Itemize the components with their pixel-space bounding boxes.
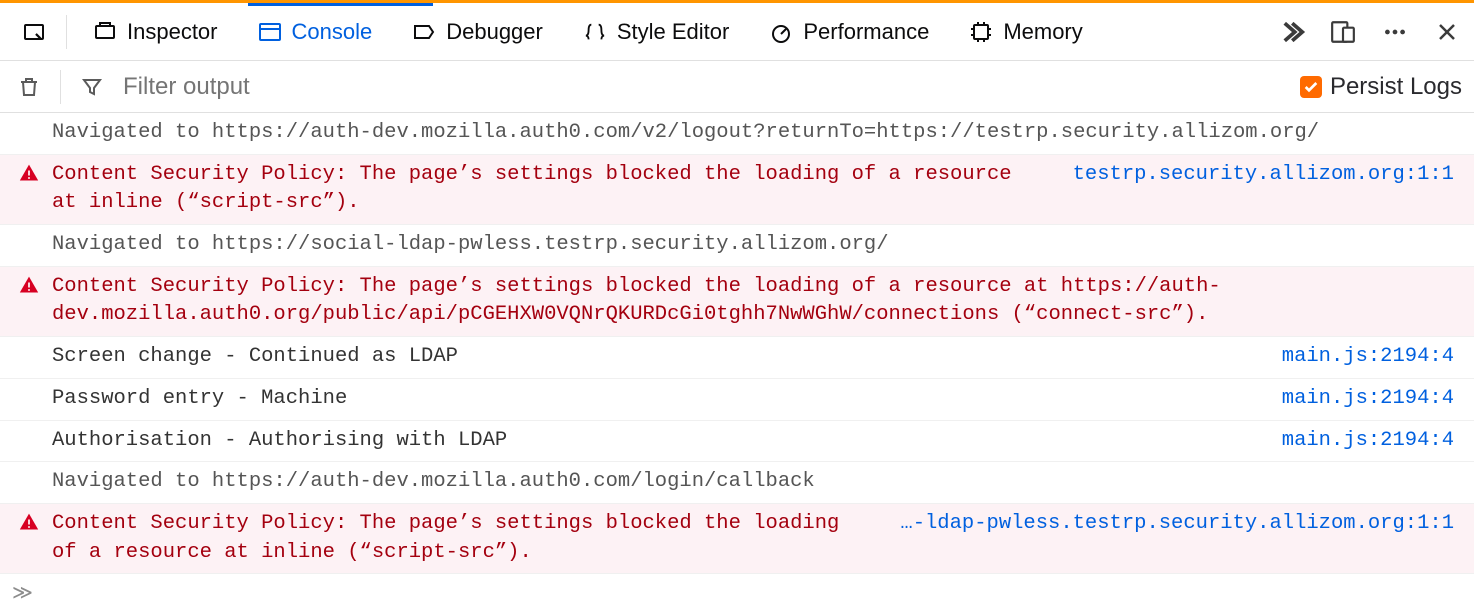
log-message[interactable]: Navigated to https://auth-dev.mozilla.au… xyxy=(52,119,1460,148)
log-message[interactable]: Password entry - Machine xyxy=(52,385,1276,414)
frame-select-button[interactable] xyxy=(8,3,60,60)
tab-console[interactable]: Console xyxy=(238,3,393,60)
prompt-icon: ≫ xyxy=(12,580,33,606)
tab-label: Debugger xyxy=(446,19,543,45)
log-gutter xyxy=(12,343,46,372)
tab-debugger[interactable]: Debugger xyxy=(392,3,563,60)
log-message[interactable]: Content Security Policy: The page’s sett… xyxy=(52,161,1067,218)
responsive-mode-button[interactable] xyxy=(1324,13,1362,51)
log-message[interactable]: Content Security Policy: The page’s sett… xyxy=(52,273,1460,330)
persist-logs-checkbox[interactable] xyxy=(1300,76,1322,98)
log-row: Navigated to https://auth-dev.mozilla.au… xyxy=(0,462,1474,504)
persist-logs-label: Persist Logs xyxy=(1330,73,1462,101)
tab-label: Memory xyxy=(1003,19,1082,45)
style-editor-icon xyxy=(583,20,607,44)
log-message[interactable]: Navigated to https://social-ldap-pwless.… xyxy=(52,231,1460,260)
inspector-icon xyxy=(93,20,117,44)
log-source-link[interactable]: …-ldap-pwless.testrp.security.allizom.or… xyxy=(900,510,1460,567)
log-row: Navigated to https://auth-dev.mozilla.au… xyxy=(0,113,1474,155)
memory-icon xyxy=(969,20,993,44)
tab-memory[interactable]: Memory xyxy=(949,3,1102,60)
clear-button[interactable] xyxy=(12,70,46,104)
tab-label: Console xyxy=(292,19,373,45)
log-source-link[interactable]: main.js:2194:4 xyxy=(1282,427,1460,456)
log-gutter xyxy=(12,231,46,260)
console-toolbar: Persist Logs xyxy=(0,61,1474,113)
devtools-tabs: Inspector Console Debugger Style Editor … xyxy=(0,3,1474,61)
log-source-link[interactable]: main.js:2194:4 xyxy=(1282,385,1460,414)
error-icon xyxy=(12,510,46,567)
tab-inspector[interactable]: Inspector xyxy=(73,3,238,60)
tab-style-editor[interactable]: Style Editor xyxy=(563,3,750,60)
log-row: Content Security Policy: The page’s sett… xyxy=(0,267,1474,337)
log-row: Screen change - Continued as LDAPmain.js… xyxy=(0,337,1474,379)
tab-label: Style Editor xyxy=(617,19,730,45)
filter-input[interactable] xyxy=(117,69,1292,105)
log-message[interactable]: Authorisation - Authorising with LDAP xyxy=(52,427,1276,456)
log-message[interactable]: Navigated to https://auth-dev.mozilla.au… xyxy=(52,468,1460,497)
log-row: Authorisation - Authorising with LDAPmai… xyxy=(0,421,1474,463)
log-gutter xyxy=(12,119,46,148)
tab-label: Inspector xyxy=(127,19,218,45)
tab-performance[interactable]: Performance xyxy=(749,3,949,60)
log-message[interactable]: Content Security Policy: The page’s sett… xyxy=(52,510,894,567)
console-icon xyxy=(258,20,282,44)
log-message[interactable]: Screen change - Continued as LDAP xyxy=(52,343,1276,372)
divider xyxy=(66,15,67,49)
divider xyxy=(60,70,61,104)
log-source-link[interactable]: main.js:2194:4 xyxy=(1282,343,1460,372)
more-tabs-button[interactable] xyxy=(1272,13,1310,51)
debugger-icon xyxy=(412,20,436,44)
active-tab-indicator xyxy=(248,3,433,6)
log-row: Password entry - Machinemain.js:2194:4 xyxy=(0,379,1474,421)
log-gutter xyxy=(12,385,46,414)
log-row: Content Security Policy: The page’s sett… xyxy=(0,504,1474,574)
log-source-link[interactable]: testrp.security.allizom.org:1:1 xyxy=(1073,161,1460,218)
persist-logs-toggle[interactable]: Persist Logs xyxy=(1300,73,1462,101)
console-output: Navigated to https://auth-dev.mozilla.au… xyxy=(0,113,1474,574)
performance-icon xyxy=(769,20,793,44)
log-row: Navigated to https://social-ldap-pwless.… xyxy=(0,225,1474,267)
error-icon xyxy=(12,161,46,218)
filter-toggle-button[interactable] xyxy=(75,70,109,104)
log-gutter xyxy=(12,468,46,497)
frame-select-icon xyxy=(22,20,46,44)
menu-button[interactable] xyxy=(1376,13,1414,51)
error-icon xyxy=(12,273,46,330)
console-input-row[interactable]: ≫ xyxy=(0,574,1474,610)
log-gutter xyxy=(12,427,46,456)
log-row: Content Security Policy: The page’s sett… xyxy=(0,155,1474,225)
close-button[interactable] xyxy=(1428,13,1466,51)
tab-label: Performance xyxy=(803,19,929,45)
